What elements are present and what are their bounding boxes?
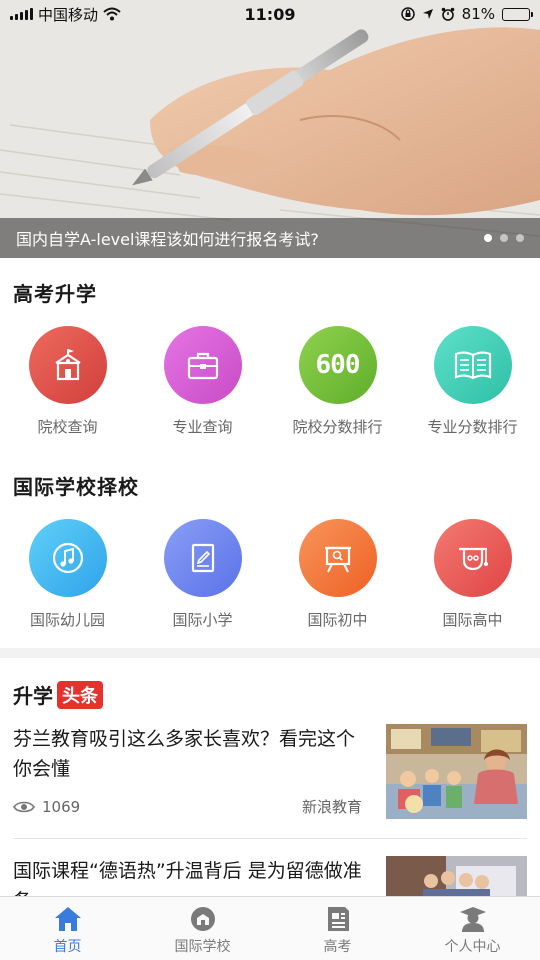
orientation-lock-icon [400, 7, 415, 21]
cellular-signal-icon [10, 8, 33, 20]
tab-profile-label: 个人中心 [444, 939, 501, 955]
major-score-ranking-label: 专业分数排行 [427, 418, 518, 436]
school-score-ranking-button[interactable]: 600 院校分数排行 [270, 326, 405, 437]
clock: 11:09 [244, 4, 296, 24]
school-search-label: 院校查询 [37, 418, 98, 436]
news-item-view-count: 1069 [42, 798, 81, 816]
presentation-board-icon [298, 519, 377, 597]
banner-caption[interactable]: 国内自学A-level课程该如何进行报名考试? [0, 218, 540, 258]
school-search-button[interactable]: 院校查询 [0, 326, 135, 437]
exam-paper-icon [327, 907, 349, 931]
wifi-icon [103, 7, 121, 21]
intl-primary-school-label: 国际小学 [172, 611, 233, 629]
news-item-thumbnail [386, 856, 527, 896]
tab-profile[interactable]: 个人中心 [405, 897, 540, 960]
gaokao-icon-row: 院校查询 专业查询 600 院校分数排行 专业分数排行 [0, 326, 540, 437]
news-divider [13, 838, 527, 839]
notebook-icon [163, 519, 242, 597]
news-section-header: 升学 头条 [13, 680, 103, 709]
intl-section-title: 国际学校择校 [13, 475, 139, 499]
news-item[interactable]: 芬兰教育吸引这么多家长喜欢？看完这个你会懂 1069 新浪教育 [13, 724, 527, 824]
major-search-button[interactable]: 专业查询 [135, 326, 270, 437]
user-graduate-icon [459, 907, 486, 932]
school-building-icon [28, 326, 107, 404]
intl-middle-school-button[interactable]: 国际初中 [270, 519, 405, 630]
news-item-views: 1069 [13, 798, 80, 816]
school-score-ranking-label: 院校分数排行 [292, 418, 383, 436]
news-title-part1: 升学 [13, 684, 53, 708]
tab-intl-school-label: 国际学校 [174, 939, 231, 955]
battery-percent: 81% [461, 5, 495, 23]
intl-school-icon [190, 907, 215, 931]
eye-icon [13, 801, 35, 813]
carousel-indicator [484, 234, 524, 242]
bottom-tab-bar: 首页 国际学校 高考 个人中心 [0, 896, 540, 960]
location-arrow-icon [422, 9, 433, 19]
status-bar: 中国移动 11:09 81% [0, 0, 540, 28]
briefcase-icon [163, 326, 242, 404]
carousel-dot[interactable] [516, 234, 524, 242]
banner-carousel[interactable]: 国内自学A-level课程该如何进行报名考试? [0, 0, 540, 258]
news-title-badge: 头条 [57, 680, 103, 709]
intl-primary-school-button[interactable]: 国际小学 [135, 519, 270, 630]
alarm-icon [441, 7, 454, 21]
home-icon [54, 907, 81, 931]
carrier-name: 中国移动 [38, 5, 99, 24]
score-600-icon: 600 [298, 326, 377, 404]
tab-home[interactable]: 首页 [0, 897, 135, 960]
tab-gaokao-label: 高考 [323, 939, 352, 955]
intl-kindergarten-label: 国际幼儿园 [29, 611, 105, 629]
news-section: 升学 头条 芬兰教育吸引这么多家长喜欢？看完这个你会懂 1069 新浪教育 国际… [0, 658, 540, 896]
intl-middle-school-label: 国际初中 [307, 611, 368, 629]
news-item-title: 芬兰教育吸引这么多家长喜欢？看完这个你会懂 [13, 728, 356, 780]
news-item-source: 新浪教育 [302, 798, 363, 816]
intl-icon-row: 国际幼儿园 国际小学 国际初中 国际高中 [0, 519, 540, 630]
gaokao-section-title: 高考升学 [13, 282, 97, 306]
carousel-dot[interactable] [500, 234, 508, 242]
category-section: 高考升学 院校查询 专业查询 600 院校分数排行 专业分数排行 国际学校择校 … [0, 258, 540, 648]
intl-high-school-label: 国际高中 [442, 611, 503, 629]
battery-icon [502, 7, 533, 21]
carousel-dot[interactable] [484, 234, 492, 242]
intl-kindergarten-button[interactable]: 国际幼儿园 [0, 519, 135, 630]
news-item[interactable]: 国际课程“德语热”升温背后 是为留德做准备 [13, 856, 527, 896]
graduation-cap-icon [433, 519, 512, 597]
major-score-ranking-button[interactable]: 专业分数排行 [405, 326, 540, 437]
major-search-label: 专业查询 [172, 418, 233, 436]
news-item-thumbnail [386, 724, 527, 819]
open-book-icon [433, 326, 512, 404]
news-item-title: 国际课程“德语热”升温背后 是为留德做准备 [13, 860, 362, 896]
tab-gaokao[interactable]: 高考 [270, 897, 405, 960]
intl-high-school-button[interactable]: 国际高中 [405, 519, 540, 630]
banner-caption-text: 国内自学A-level课程该如何进行报名考试? [16, 230, 319, 249]
tab-home-label: 首页 [53, 939, 82, 955]
tab-intl-school[interactable]: 国际学校 [135, 897, 270, 960]
music-note-icon [28, 519, 107, 597]
